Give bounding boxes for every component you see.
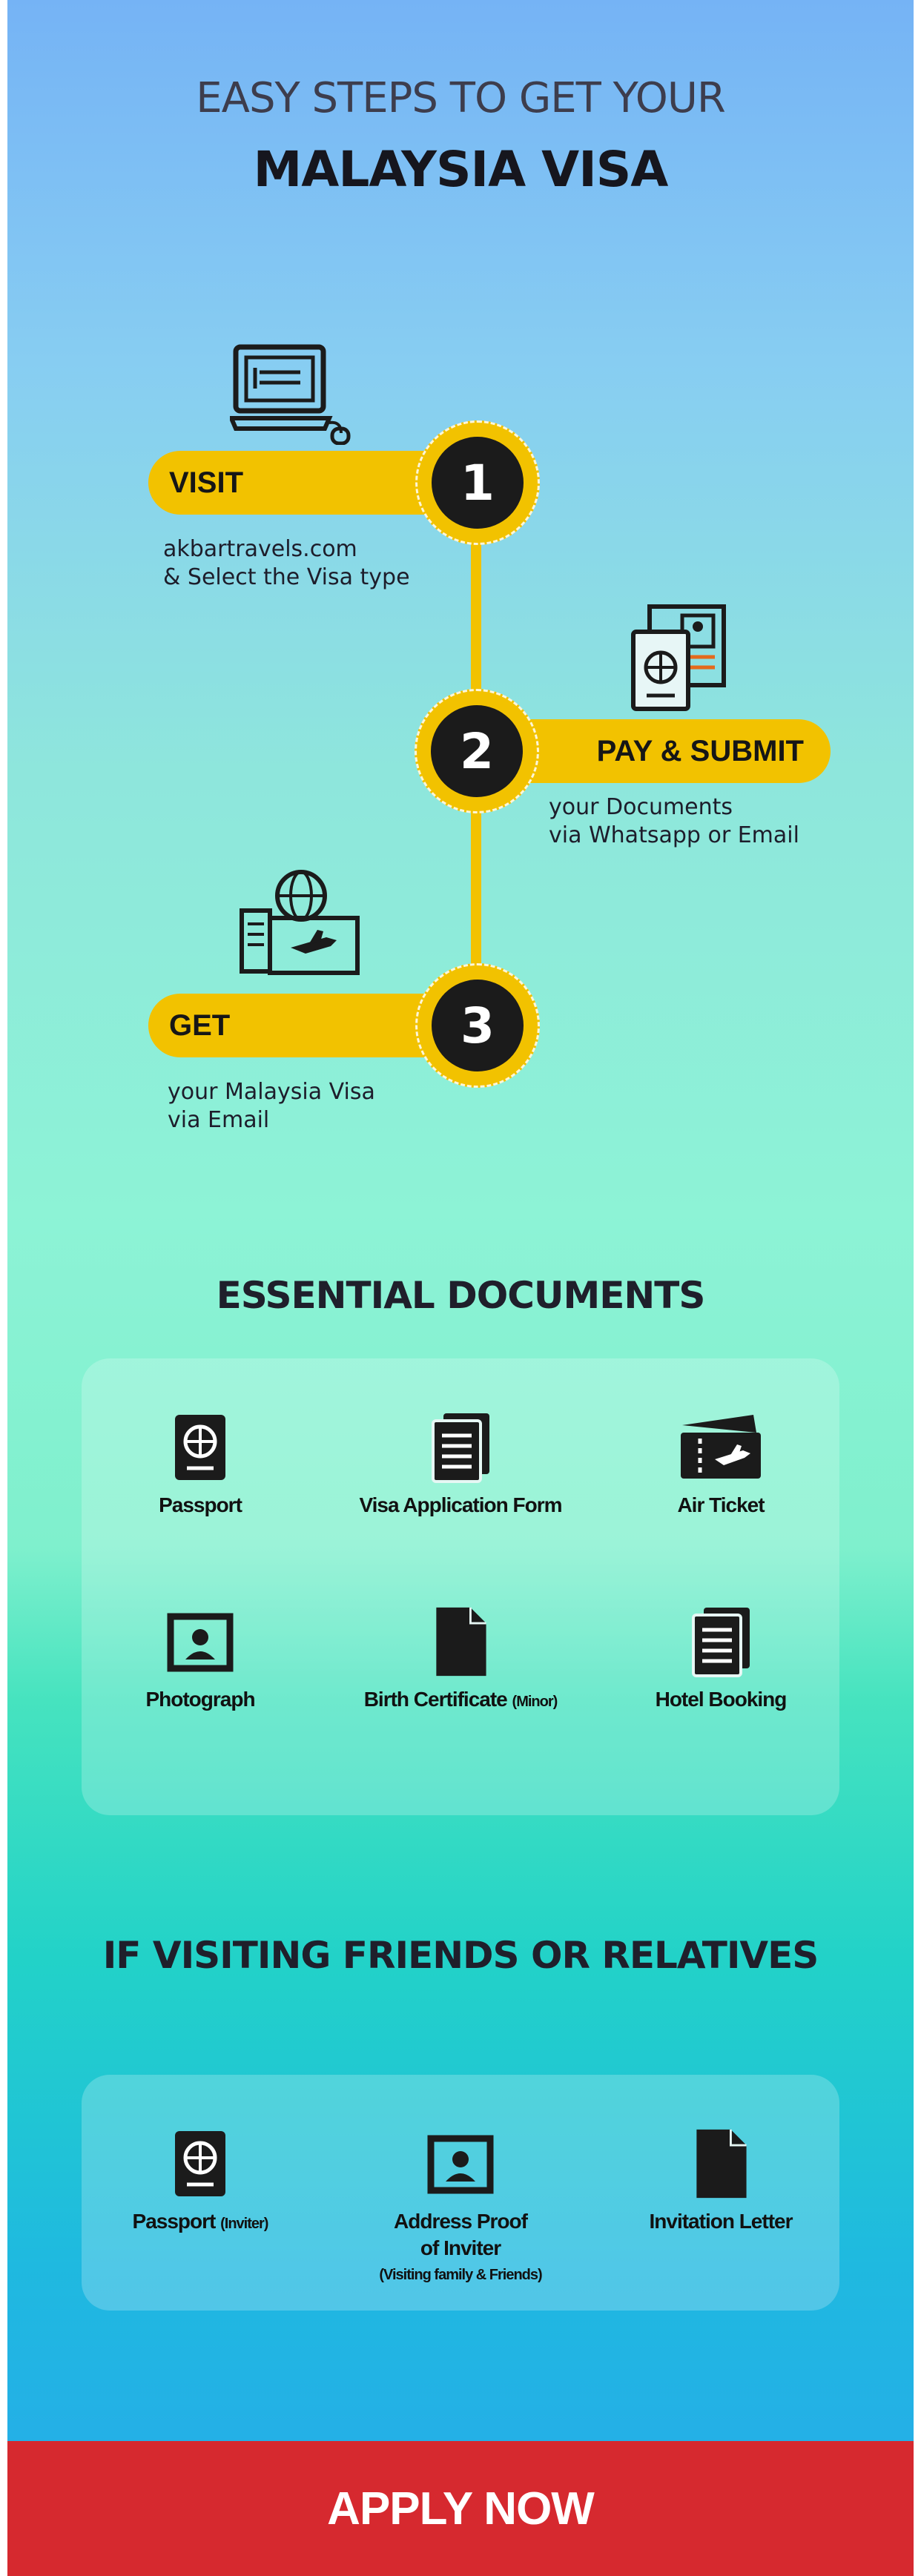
doc-hotel-booking: Hotel Booking (610, 1606, 832, 1713)
visit-address-proof-note: (Visiting family & Friends) (379, 2267, 542, 2283)
step-2-line1: your Documents (549, 794, 733, 820)
step-3-text: your Malaysia Visa via Email (168, 1078, 375, 1135)
apply-now-button[interactable]: APPLY NOW (7, 2441, 914, 2576)
visit-invitation-letter-label: Invitation Letter (649, 2210, 793, 2233)
visa-icon (240, 870, 360, 975)
header-title: MALAYSIA VISA (253, 141, 669, 198)
visit-invitation-letter: Invitation Letter (610, 2128, 832, 2235)
computer-icon (230, 344, 351, 445)
visit-address-proof-line1: Address Proof (394, 2210, 528, 2233)
visit-passport-suffix: (Inviter) (220, 2216, 268, 2232)
step-2-text: your Documents via Whatsapp or Email (549, 793, 799, 850)
letter-icon (696, 2129, 747, 2199)
visit-passport: Passport (Inviter) (89, 2128, 311, 2237)
doc-passport: Passport (89, 1412, 311, 1519)
id-card-icon (427, 2135, 494, 2194)
step-2-label: PAY & SUBMIT (596, 734, 804, 767)
step-1-number: 1 (432, 437, 524, 529)
ticket-icon (681, 1415, 761, 1479)
doc-hotel-booking-label: Hotel Booking (655, 1688, 788, 1711)
infographic: EASY STEPS TO GET YOUR MALAYSIA VISA VIS… (7, 0, 914, 2576)
step-2-line2: via Whatsapp or Email (549, 822, 799, 848)
file-icon (436, 1607, 486, 1677)
visit-address-proof-line2: of Inviter (420, 2236, 501, 2259)
essential-card: Passport Visa Application Form Air Ticke… (82, 1358, 839, 1815)
visit-passport-text: Passport (132, 2210, 217, 2233)
visit-address-proof-label: Address Proof of Inviter (Visiting famil… (349, 2208, 572, 2288)
doc-photograph-label: Photograph (145, 1688, 255, 1711)
step-1-label: VISIT (169, 466, 244, 499)
visiting-card: Passport (Inviter) Address Proof of Invi… (82, 2075, 839, 2311)
documents-icon (631, 604, 726, 711)
step-1-line1: akbartravels.com (163, 536, 357, 562)
visit-passport-label: Passport (Inviter) (89, 2208, 311, 2237)
doc-visa-form: Visa Application Form (349, 1412, 572, 1519)
doc-birth-certificate: Birth Certificate (Minor) (349, 1606, 572, 1715)
step-1-text: akbartravels.com & Select the Visa type (163, 535, 410, 592)
essential-title: ESSENTIAL DOCUMENTS (216, 1274, 706, 1317)
doc-passport-label: Passport (159, 1493, 242, 1516)
visit-address-proof: Address Proof of Inviter (Visiting famil… (349, 2128, 572, 2288)
booking-icon (692, 1608, 750, 1677)
step-3-line2: via Email (168, 1107, 270, 1133)
passport-icon (175, 1415, 225, 1480)
step-1-line2: & Select the Visa type (163, 564, 410, 590)
step-2-number: 2 (431, 705, 523, 797)
doc-air-ticket: Air Ticket (610, 1412, 832, 1519)
passport-icon (175, 2131, 225, 2196)
visiting-title: IF VISITING FRIENDS OR RELATIVES (102, 1934, 819, 1977)
doc-birth-certificate-suffix: (Minor) (512, 1694, 558, 1710)
doc-birth-certificate-label: Birth Certificate (Minor) (349, 1686, 572, 1715)
doc-birth-certificate-text: Birth Certificate (363, 1688, 508, 1711)
header-line1: EASY STEPS TO GET YOUR (196, 74, 726, 122)
doc-photograph: Photograph (89, 1606, 311, 1713)
step-3-label: GET (169, 1008, 231, 1042)
step-3-line1: your Malaysia Visa (168, 1079, 375, 1105)
form-icon (432, 1413, 489, 1483)
doc-air-ticket-label: Air Ticket (677, 1493, 765, 1516)
photo-icon (167, 1613, 234, 1672)
step-3-number: 3 (432, 980, 524, 1071)
apply-now-label: APPLY NOW (327, 2483, 595, 2534)
doc-visa-form-label: Visa Application Form (359, 1493, 562, 1516)
